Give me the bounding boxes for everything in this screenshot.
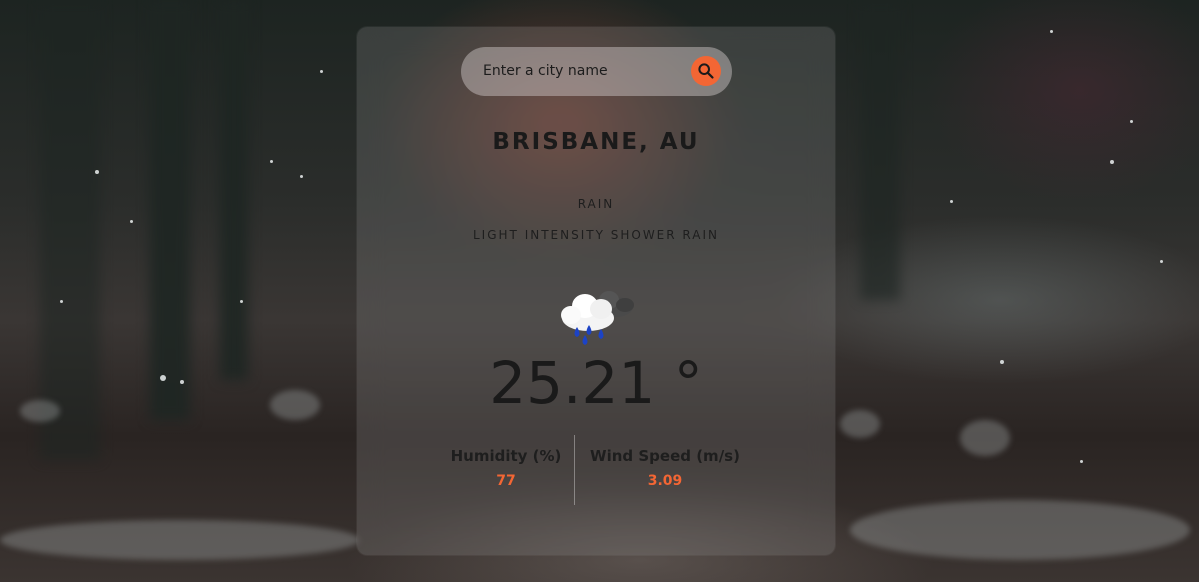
- humidity-stat: Humidity (%) 77: [445, 447, 567, 489]
- humidity-label: Humidity (%): [450, 447, 562, 465]
- city-search-input[interactable]: [481, 57, 685, 85]
- wind-speed-stat: Wind Speed (m/s) 3.09: [585, 447, 745, 489]
- shower-rain-icon: [561, 291, 634, 345]
- search-icon: [698, 63, 714, 79]
- weather-card: BRISBANE, AU RAIN LIGHT INTENSITY SHOWER…: [357, 27, 835, 555]
- search-button[interactable]: [691, 56, 721, 86]
- humidity-value: 77: [496, 473, 516, 489]
- stats-divider: [574, 435, 575, 505]
- search-bar: [461, 47, 732, 96]
- weather-main: RAIN: [577, 197, 615, 211]
- weather-description: LIGHT INTENSITY SHOWER RAIN: [473, 228, 719, 242]
- temperature-readout: 25.21 °: [489, 349, 703, 417]
- location-title: BRISBANE, AU: [492, 129, 700, 155]
- wind-speed-label: Wind Speed (m/s): [590, 447, 740, 465]
- wind-speed-value: 3.09: [647, 473, 683, 489]
